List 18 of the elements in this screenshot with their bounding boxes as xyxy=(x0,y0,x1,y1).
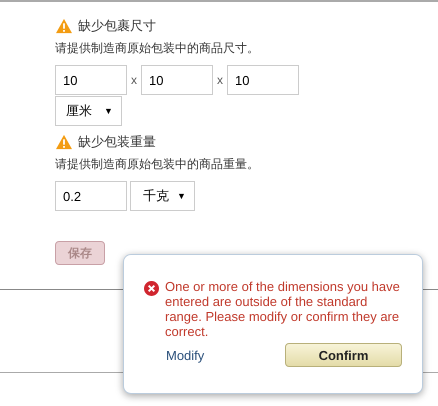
warning-text: 缺少包裹尺寸 xyxy=(78,17,156,35)
error-icon xyxy=(144,281,159,296)
dimension-field[interactable]: 10 xyxy=(55,65,127,95)
times-sign: x xyxy=(216,73,224,87)
times-sign: x xyxy=(130,73,138,87)
dimension-field[interactable]: 10 xyxy=(227,65,299,95)
warning-text: 缺少包装重量 xyxy=(78,133,156,151)
warning-icon xyxy=(55,134,73,150)
warning-icon xyxy=(55,18,73,34)
hint-text: 请提供制造商原始包装中的商品重量。 xyxy=(55,156,259,173)
unit-dropdown[interactable]: 厘米 ▼ xyxy=(55,96,122,126)
modify-link[interactable]: Modify xyxy=(166,348,204,362)
weight-field[interactable]: 0.2 xyxy=(55,181,127,211)
confirm-button[interactable]: Confirm xyxy=(285,343,402,367)
error-message: One or more of the dimensions you have entered are outside of the standard range. Please modify or confirm they are correct. xyxy=(165,279,401,339)
hint-text: 请提供制造商原始包装中的商品尺寸。 xyxy=(55,40,259,57)
dimension-field[interactable]: 10 xyxy=(141,65,213,95)
unit-dropdown[interactable]: 千克 ▼ xyxy=(130,181,195,211)
